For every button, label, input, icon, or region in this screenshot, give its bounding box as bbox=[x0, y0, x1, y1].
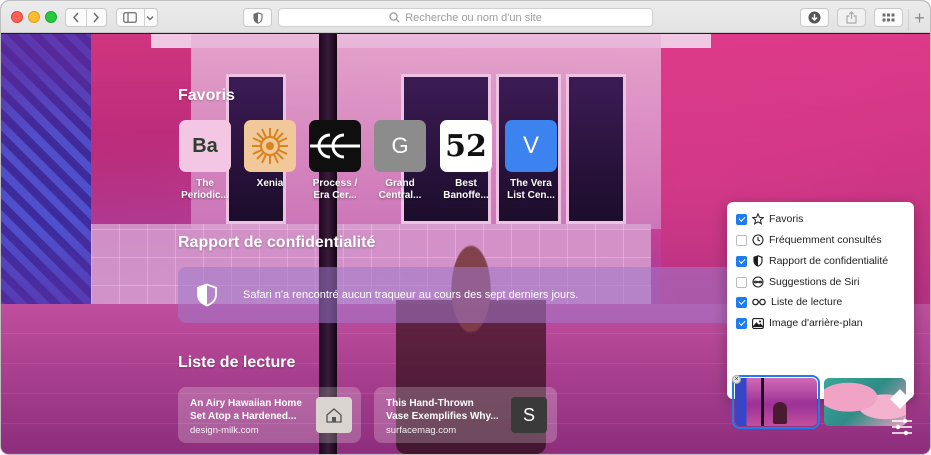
clock-icon bbox=[752, 234, 764, 246]
star-icon bbox=[752, 213, 764, 225]
reading-item-thumbnail bbox=[316, 397, 352, 433]
privacy-report-message: Safari n'a rencontré aucun traqueur au c… bbox=[243, 289, 579, 301]
favorite-item[interactable]: Process / Era Cer... bbox=[304, 120, 366, 202]
checkbox[interactable] bbox=[736, 317, 747, 329]
privacy-report-button[interactable] bbox=[243, 8, 272, 27]
privacy-report-card[interactable]: Safari n'a rencontré aucun traqueur au c… bbox=[178, 267, 756, 323]
favorite-tile: Ba bbox=[179, 120, 231, 172]
favorite-tile bbox=[309, 120, 361, 172]
favorite-item[interactable]: 52 Best Banoffe... bbox=[435, 120, 497, 202]
option-favorites[interactable]: Favoris bbox=[736, 211, 803, 227]
start-page: Favoris Ba The Periodic... Xenia Process… bbox=[1, 34, 930, 454]
sun-logo-icon bbox=[252, 128, 288, 164]
option-label: Image d'arrière-plan bbox=[769, 317, 863, 329]
shield-icon bbox=[752, 255, 764, 267]
option-frequently-visited[interactable]: Fréquemment consultés bbox=[736, 232, 882, 248]
favorite-label: Process / Era Cer... bbox=[312, 178, 358, 201]
checkbox[interactable] bbox=[736, 234, 747, 246]
background-thumbnail-current[interactable] bbox=[732, 375, 820, 429]
glasses-icon bbox=[752, 296, 766, 308]
shield-icon bbox=[252, 11, 263, 24]
tab-overview-button[interactable] bbox=[874, 8, 903, 27]
favorite-item[interactable]: Xenia bbox=[239, 120, 301, 190]
option-label: Favoris bbox=[769, 213, 804, 225]
favorite-item[interactable]: V The Vera List Cen... bbox=[500, 120, 562, 202]
sidebar-icon bbox=[123, 12, 137, 23]
download-icon bbox=[808, 11, 821, 24]
favorite-tile: G bbox=[374, 120, 426, 172]
reading-list-item[interactable]: This Hand-Thrown Vase Exemplifies Why...… bbox=[374, 387, 557, 443]
option-reading-list[interactable]: Liste de lecture bbox=[736, 294, 842, 310]
favorite-label: The Periodic... bbox=[181, 178, 229, 201]
remove-background-button[interactable]: × bbox=[732, 375, 741, 384]
downloads-button[interactable] bbox=[800, 8, 829, 27]
siri-icon bbox=[752, 276, 764, 288]
option-background-image[interactable]: Image d'arrière-plan bbox=[736, 315, 863, 331]
chevron-down-icon bbox=[146, 15, 154, 20]
option-label: Fréquemment consultés bbox=[769, 234, 882, 246]
reading-item-site: design-milk.com bbox=[190, 425, 259, 436]
toolbar: Recherche ou nom d'un site + bbox=[1, 1, 930, 33]
favorite-tile: 52 bbox=[440, 120, 492, 172]
option-label: Liste de lecture bbox=[771, 296, 843, 308]
forward-button[interactable] bbox=[86, 9, 106, 26]
favorites-heading: Favoris bbox=[178, 87, 235, 104]
checkbox[interactable] bbox=[736, 276, 747, 288]
address-bar[interactable]: Recherche ou nom d'un site bbox=[278, 8, 653, 27]
minimize-window-button[interactable] bbox=[28, 11, 40, 23]
photo-icon bbox=[752, 317, 764, 329]
favorite-item[interactable]: Ba The Periodic... bbox=[174, 120, 236, 202]
favorite-tile bbox=[244, 120, 296, 172]
chevron-left-icon bbox=[72, 12, 79, 23]
new-tab-button[interactable]: + bbox=[908, 9, 930, 31]
share-icon bbox=[846, 11, 857, 24]
option-label: Suggestions de Siri bbox=[769, 276, 860, 288]
customize-start-page-button[interactable] bbox=[891, 417, 915, 441]
favorite-label: Best Banoffe... bbox=[443, 178, 489, 201]
option-privacy-report[interactable]: Rapport de confidentialité bbox=[736, 253, 888, 269]
sidebar-group bbox=[116, 8, 158, 27]
tab-overview-icon bbox=[882, 13, 895, 22]
option-label: Rapport de confidentialité bbox=[769, 255, 889, 267]
safari-window: Recherche ou nom d'un site + Favoris Ba … bbox=[1, 1, 930, 454]
back-forward-group bbox=[65, 8, 107, 27]
back-button[interactable] bbox=[66, 9, 86, 26]
favorite-label: Grand Central... bbox=[378, 178, 422, 201]
option-siri-suggestions[interactable]: Suggestions de Siri bbox=[736, 274, 859, 290]
zoom-window-button[interactable] bbox=[45, 11, 57, 23]
reading-item-title: This Hand-Thrown Vase Exemplifies Why... bbox=[386, 398, 499, 422]
reading-item-title: An Airy Hawaiian Home Set Atop a Hardene… bbox=[190, 398, 302, 422]
house-icon bbox=[326, 408, 342, 423]
favorite-item[interactable]: G Grand Central... bbox=[369, 120, 431, 202]
favorite-label: Xenia bbox=[256, 178, 284, 189]
search-icon bbox=[389, 12, 400, 23]
share-button[interactable] bbox=[837, 8, 866, 27]
chevron-right-icon bbox=[93, 12, 100, 23]
reading-list-item[interactable]: An Airy Hawaiian Home Set Atop a Hardene… bbox=[178, 387, 361, 443]
reading-item-site: surfacemag.com bbox=[386, 425, 457, 436]
checkbox[interactable] bbox=[736, 255, 747, 267]
sidebar-button[interactable] bbox=[117, 9, 143, 26]
close-window-button[interactable] bbox=[11, 11, 23, 23]
address-placeholder: Recherche ou nom d'un site bbox=[405, 11, 542, 24]
shield-icon bbox=[197, 283, 217, 307]
customize-popover: Favoris Fréquemment consultés Rapport de… bbox=[727, 202, 914, 429]
privacy-report-heading: Rapport de confidentialité bbox=[178, 234, 376, 251]
reading-list-heading: Liste de lecture bbox=[178, 354, 296, 371]
favorite-label: The Vera List Cen... bbox=[507, 178, 555, 201]
reading-item-thumbnail: S bbox=[511, 397, 547, 433]
process-logo-icon bbox=[310, 133, 360, 159]
checkbox[interactable] bbox=[736, 213, 747, 225]
favorite-tile: V bbox=[505, 120, 557, 172]
sliders-icon bbox=[892, 418, 912, 436]
checkbox[interactable] bbox=[736, 296, 747, 308]
